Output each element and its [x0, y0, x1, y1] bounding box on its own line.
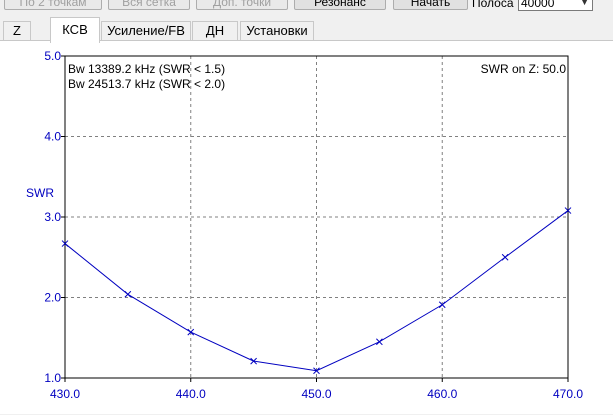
- swr-chart: 430.0 440.0 450.0 460.0 470.0 1.0 2.0 3.0 4.0 5.0…: [26, 49, 583, 401]
- tick-layer: 430.0 440.0 450.0 460.0 470.0 1.0 2.0 3.0 4.0 5.0: [44, 49, 583, 401]
- y-tick-label: 3.0: [44, 210, 61, 224]
- band-select[interactable]: 40000 ▼: [518, 0, 593, 11]
- x-tick-label: 470.0: [553, 387, 583, 401]
- start-button[interactable]: Начать: [393, 0, 468, 10]
- band-label: Полоса: [472, 0, 514, 10]
- swr-panel: 430.0 440.0 450.0 460.0 470.0 1.0 2.0 3.0 4.0 5.0…: [0, 40, 613, 414]
- tab-bar: Z КСВ Усиление/FB ДН Установки: [0, 16, 613, 43]
- tab-pattern[interactable]: ДН: [192, 21, 238, 40]
- by-two-points-button[interactable]: По 2 точкам: [4, 0, 102, 10]
- x-tick-label: 430.0: [50, 387, 80, 401]
- y-axis-label: SWR: [26, 186, 54, 200]
- band-value: 40000: [521, 0, 555, 10]
- x-tick-label: 460.0: [427, 387, 457, 401]
- data-point-marker: [124, 290, 132, 298]
- whole-grid-button[interactable]: Вся сетка: [108, 0, 190, 10]
- toolbar: По 2 точкам Вся сетка Доп. точки Резонан…: [0, 0, 613, 14]
- y-tick-label: 2.0: [44, 291, 61, 305]
- y-tick-label: 5.0: [44, 49, 61, 63]
- tab-swr[interactable]: КСВ: [50, 17, 100, 43]
- x-tick-label: 450.0: [301, 387, 331, 401]
- x-tick-label: 440.0: [176, 387, 206, 401]
- bandwidth-1-5-annotation: Bw 13389.2 kHz (SWR < 1.5): [68, 62, 225, 76]
- resonance-button[interactable]: Резонанс: [294, 0, 386, 10]
- chevron-down-icon: ▼: [580, 0, 589, 7]
- data-point-marker: [501, 253, 509, 261]
- tab-z[interactable]: Z: [3, 21, 31, 40]
- swr-on-z-annotation: SWR on Z: 50.0: [481, 62, 567, 76]
- bandwidth-2-0-annotation: Bw 24513.7 kHz (SWR < 2.0): [68, 77, 225, 91]
- grid-layer: [65, 56, 568, 378]
- data-point-marker: [376, 338, 383, 346]
- tab-settings[interactable]: Установки: [240, 21, 314, 40]
- extra-points-button[interactable]: Доп. точки: [196, 0, 288, 10]
- y-tick-label: 1.0: [44, 371, 61, 385]
- tab-gain-fb[interactable]: Усиление/FB: [101, 21, 191, 40]
- y-tick-label: 4.0: [44, 130, 61, 144]
